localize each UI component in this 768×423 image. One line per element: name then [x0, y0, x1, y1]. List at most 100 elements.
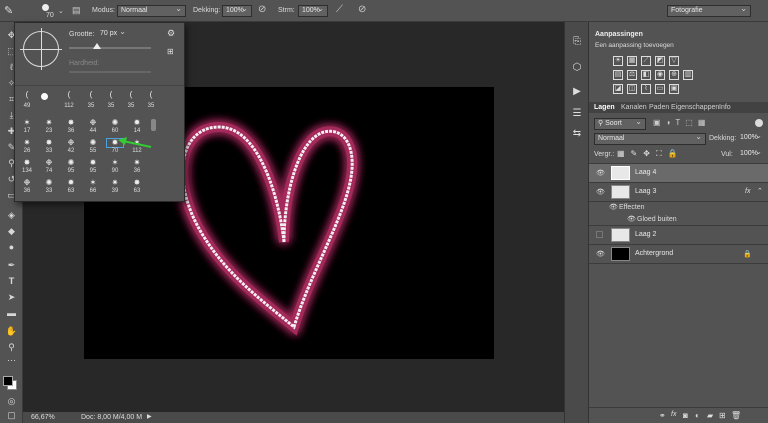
brush-preset[interactable]: (: [83, 91, 99, 99]
brush-tool-icon[interactable]: ✎: [4, 4, 18, 18]
brush-preset[interactable]: ✺: [85, 139, 101, 147]
fx-icon[interactable]: fx: [671, 411, 676, 418]
brush-preset[interactable]: ✶: [107, 159, 123, 167]
foreground-color-swatch[interactable]: [3, 376, 13, 386]
paragraph-icon[interactable]: ⇆: [571, 128, 583, 140]
curves-adjust-icon[interactable]: ⟋: [641, 56, 651, 66]
brush-preset[interactable]: ✺: [63, 159, 79, 167]
brightness-adjust-icon[interactable]: ☀: [613, 56, 623, 66]
blur-tool-icon[interactable]: ◆: [5, 226, 18, 237]
history-icon[interactable]: ⎘: [571, 36, 583, 48]
pressure-opacity-icon[interactable]: ⊘: [258, 4, 266, 15]
link-icon[interactable]: ⚭: [659, 411, 666, 420]
channel-mixer-icon[interactable]: ⊕: [669, 70, 679, 80]
brush-preset[interactable]: ✹: [129, 119, 145, 127]
brush-preset[interactable]: ✸: [63, 119, 79, 127]
exposure-adjust-icon[interactable]: ◩: [655, 56, 665, 66]
brush-preset[interactable]: ✺: [107, 119, 123, 127]
brush-settings-icon[interactable]: ▤: [72, 5, 81, 16]
outer-glow-row[interactable]: 👁 Gloed buiten: [589, 214, 768, 226]
brush-preset[interactable]: ✷: [129, 159, 145, 167]
brush-preset[interactable]: ❉: [41, 159, 57, 167]
gradient-map-icon[interactable]: ▭: [655, 84, 665, 94]
brush-preset[interactable]: ✸: [41, 139, 57, 147]
dodge-tool-icon[interactable]: ●: [5, 242, 18, 253]
pressure-size-icon[interactable]: ⊘: [358, 4, 366, 15]
adjustments-panel-title[interactable]: Aanpassingen: [595, 31, 643, 38]
selective-color-icon[interactable]: ▣: [669, 84, 679, 94]
mask-icon[interactable]: ◙: [683, 411, 688, 420]
brush-preset[interactable]: ❉: [63, 139, 79, 147]
brush-preset-picker[interactable]: 70 ⌄: [30, 2, 64, 20]
size-slider-track[interactable]: [69, 47, 151, 49]
3d-icon[interactable]: ⬡: [571, 62, 583, 74]
layer-row[interactable]: 👁 Achtergrond 🔒: [589, 245, 768, 264]
tab-info[interactable]: Info: [719, 102, 731, 113]
tab-layers[interactable]: Lagen: [594, 102, 615, 113]
quick-mask-icon[interactable]: ◎: [5, 396, 18, 407]
filter-toggle[interactable]: [755, 119, 763, 127]
tab-paths[interactable]: Paden: [649, 102, 669, 113]
folder-icon[interactable]: ▰: [707, 411, 713, 420]
hardness-slider-track[interactable]: [69, 71, 151, 73]
hue-adjust-icon[interactable]: ▤: [613, 70, 623, 80]
layer-row[interactable]: 👁 Laag 3 fx ⌃: [589, 183, 768, 202]
workspace-select[interactable]: Fotografie: [667, 4, 751, 17]
hand-tool-icon[interactable]: ✋: [5, 326, 18, 337]
brush-preset[interactable]: (: [143, 91, 159, 99]
layer-row[interactable]: 👁 Laag 4: [589, 164, 768, 183]
flow-field[interactable]: 100%: [298, 4, 328, 17]
brush-preset[interactable]: ✷: [41, 119, 57, 127]
threshold-icon[interactable]: ⌇: [641, 84, 651, 94]
adjustment-layer-icon[interactable]: ◐: [695, 411, 700, 420]
posterize-icon[interactable]: ◫: [627, 84, 637, 94]
chevron-down-icon[interactable]: ⌃: [757, 187, 763, 195]
color-lookup-icon[interactable]: ▥: [683, 70, 693, 80]
trash-icon[interactable]: 🗑: [731, 411, 741, 420]
vibrance-adjust-icon[interactable]: ▽: [669, 56, 679, 66]
brush-preset[interactable]: ✸: [19, 159, 35, 167]
size-field[interactable]: 70 px: [97, 27, 129, 41]
brush-preset[interactable]: (: [123, 91, 139, 99]
visibility-off-box[interactable]: [596, 231, 603, 238]
brush-preset[interactable]: ✸: [129, 179, 145, 187]
brush-preset[interactable]: ❉: [19, 179, 35, 187]
brush-preset-hard-round[interactable]: [41, 93, 48, 100]
eye-icon[interactable]: 👁: [627, 215, 636, 223]
levels-adjust-icon[interactable]: ▦: [627, 56, 637, 66]
eye-icon[interactable]: 👁: [596, 188, 605, 196]
grid-scrollbar[interactable]: [151, 119, 156, 131]
zoom-tool-icon[interactable]: ⚲: [5, 342, 18, 353]
status-menu-arrow[interactable]: ▶: [147, 412, 152, 423]
brush-preset[interactable]: ✷: [107, 179, 123, 187]
brush-preset[interactable]: ❉: [85, 119, 101, 127]
brush-preset[interactable]: ✹: [85, 159, 101, 167]
type-tool-icon[interactable]: T: [5, 276, 18, 287]
new-preset-icon[interactable]: ⊞: [167, 47, 174, 56]
eye-icon[interactable]: 👁: [596, 250, 605, 258]
brush-angle-preview[interactable]: [20, 28, 62, 70]
screen-mode-icon[interactable]: ▢: [5, 410, 18, 421]
fx-indicator[interactable]: fx: [745, 188, 750, 195]
gear-icon[interactable]: ⚙: [167, 28, 175, 39]
tab-channels[interactable]: Kanalen: [621, 102, 647, 113]
new-layer-icon[interactable]: ⊞: [719, 411, 726, 420]
path-select-tool-icon[interactable]: ➤: [5, 292, 18, 303]
actions-play-icon[interactable]: ▶: [571, 86, 583, 98]
zoom-level[interactable]: 66,67%: [31, 412, 55, 423]
blend-mode-select[interactable]: Normaal: [594, 132, 706, 145]
pen-tool-icon[interactable]: ✒: [5, 260, 18, 271]
invert-adjust-icon[interactable]: ◪: [613, 84, 623, 94]
brush-preset[interactable]: ✹: [63, 179, 79, 187]
mode-select[interactable]: Normaal: [117, 4, 186, 17]
eye-icon[interactable]: 👁: [596, 169, 605, 177]
color-balance-icon[interactable]: ⚖: [627, 70, 637, 80]
airbrush-icon[interactable]: ⟋: [336, 4, 343, 15]
layer-filter-select[interactable]: ⚲ Soort: [594, 117, 646, 130]
opacity-field[interactable]: 100%: [222, 4, 252, 17]
layer-opacity-field[interactable]: 100%: [737, 131, 765, 145]
bw-adjust-icon[interactable]: ◧: [641, 70, 651, 80]
lock-icons[interactable]: ▦✎✥⛶🔒: [617, 149, 684, 159]
fill-field[interactable]: 100%: [737, 147, 765, 161]
layer-row[interactable]: Laag 2: [589, 226, 768, 245]
